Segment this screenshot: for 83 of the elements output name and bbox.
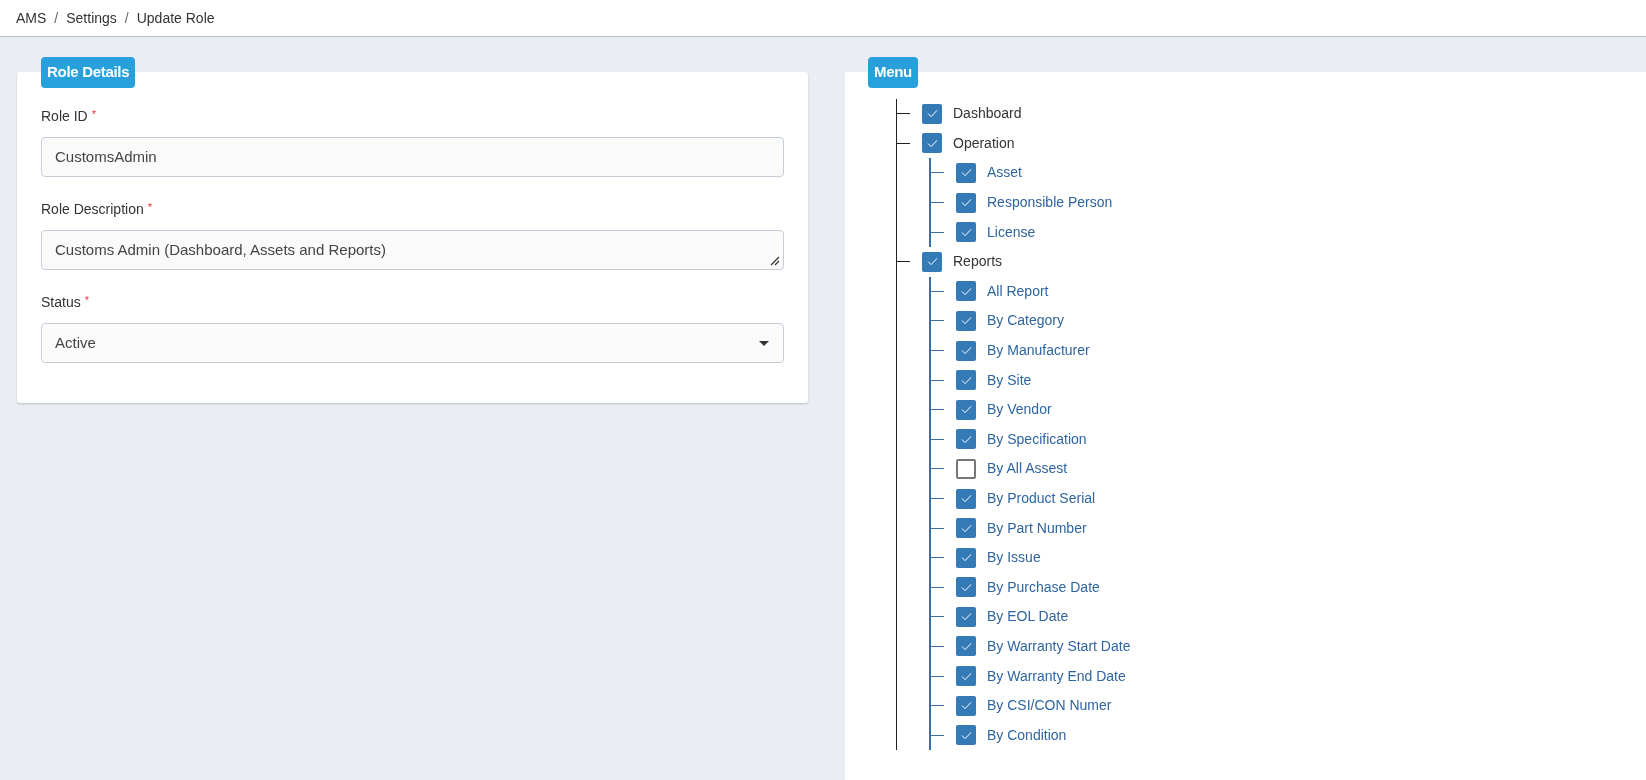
check-icon (960, 168, 972, 178)
field-label: Role Description (41, 200, 144, 219)
resize-handle-icon[interactable] (770, 256, 780, 266)
menu-item-label[interactable]: By Warranty Start Date (987, 636, 1131, 657)
check-icon (926, 109, 938, 119)
required-mark: * (91, 107, 96, 122)
check-icon (960, 612, 972, 622)
checkbox[interactable] (956, 606, 976, 627)
check-icon (960, 316, 972, 326)
section-title: Menu (868, 57, 918, 88)
checkbox[interactable] (956, 458, 976, 479)
checkbox[interactable] (956, 222, 976, 243)
breadcrumb-separator: / (54, 8, 59, 28)
required-mark: * (84, 293, 89, 308)
checkbox[interactable] (956, 636, 976, 657)
check-icon (960, 701, 972, 711)
menu-item-label[interactable]: By Vendor (987, 399, 1052, 421)
menu-item-label[interactable]: By Product Serial (987, 488, 1096, 509)
check-icon (960, 730, 972, 740)
breadcrumb-link[interactable]: Settings (66, 7, 117, 29)
checkbox[interactable] (956, 488, 976, 509)
checkbox[interactable] (956, 192, 976, 213)
check-icon (960, 375, 972, 385)
menu-item-label[interactable]: By Specification (987, 428, 1087, 450)
check-icon (960, 582, 972, 592)
field-label: Role ID (41, 107, 88, 126)
check-icon (960, 346, 972, 356)
checkbox[interactable] (956, 666, 976, 687)
checkbox[interactable] (956, 310, 976, 331)
check-icon (960, 553, 972, 563)
menu-item-label[interactable]: By Warranty End Date (987, 665, 1126, 687)
checkbox[interactable] (956, 429, 976, 450)
checkbox[interactable] (956, 281, 976, 302)
breadcrumb-separator: / (124, 8, 129, 28)
check-icon (926, 257, 938, 267)
menu-item-label[interactable]: By Part Number (987, 517, 1087, 539)
breadcrumb-link[interactable]: AMS (16, 7, 47, 29)
check-icon (960, 227, 972, 237)
check-icon (960, 671, 972, 681)
field-label: Status (41, 293, 81, 312)
checkbox[interactable] (956, 725, 976, 746)
check-icon (960, 198, 972, 208)
menu-item-label[interactable]: By Issue (987, 547, 1041, 569)
checkbox[interactable] (956, 518, 976, 539)
menu-item-label[interactable]: By Category (987, 310, 1065, 332)
menu-item-label[interactable]: By Purchase Date (987, 576, 1100, 598)
check-icon (926, 138, 938, 148)
menu-item-label[interactable]: Asset (987, 162, 1022, 184)
check-icon (960, 434, 972, 444)
checkbox[interactable] (922, 251, 942, 272)
breadcrumb-link[interactable]: Update Role (136, 7, 215, 29)
menu-item-label[interactable]: All Report (987, 280, 1049, 302)
menu-item-label[interactable]: Operation (953, 132, 1015, 154)
checkbox[interactable] (956, 370, 976, 391)
checkbox[interactable] (956, 547, 976, 568)
checkbox[interactable] (956, 399, 976, 420)
checkbox[interactable] (922, 133, 942, 154)
menu-item-label[interactable]: By EOL Date (987, 606, 1069, 628)
menu-item-label[interactable]: Dashboard (953, 103, 1022, 125)
check-icon (960, 642, 972, 651)
required-mark: * (147, 200, 152, 215)
checkbox[interactable] (956, 340, 976, 361)
check-icon (960, 286, 972, 296)
menu-item-label[interactable]: By Manufacturer (987, 340, 1090, 362)
check-icon (960, 405, 972, 415)
menu-item-label[interactable]: Reports (953, 251, 1003, 273)
caret-icon (759, 340, 769, 346)
role-id-field[interactable]: CustomsAdmin (41, 137, 784, 177)
menu-item-label[interactable]: By CSI/CON Numer (987, 695, 1112, 717)
checkbox[interactable] (922, 103, 942, 124)
checkbox[interactable] (956, 577, 976, 598)
menu-item-label[interactable]: License (987, 221, 1036, 243)
check-icon (960, 494, 972, 503)
description-field[interactable]: Customs Admin (Dashboard, Assets and Reports) (41, 230, 784, 270)
menu-item-label[interactable]: By Site (987, 369, 1032, 391)
check-icon (960, 523, 972, 533)
status-dropdown[interactable]: Active (41, 323, 784, 363)
menu-item-label[interactable]: Responsible Person (987, 192, 1113, 214)
section-title: Role Details (41, 57, 136, 88)
menu-item-label[interactable]: By All Assest (987, 458, 1068, 480)
menu-item-label[interactable]: By Condition (987, 724, 1067, 746)
checkbox[interactable] (956, 163, 976, 183)
checkbox[interactable] (956, 695, 976, 716)
